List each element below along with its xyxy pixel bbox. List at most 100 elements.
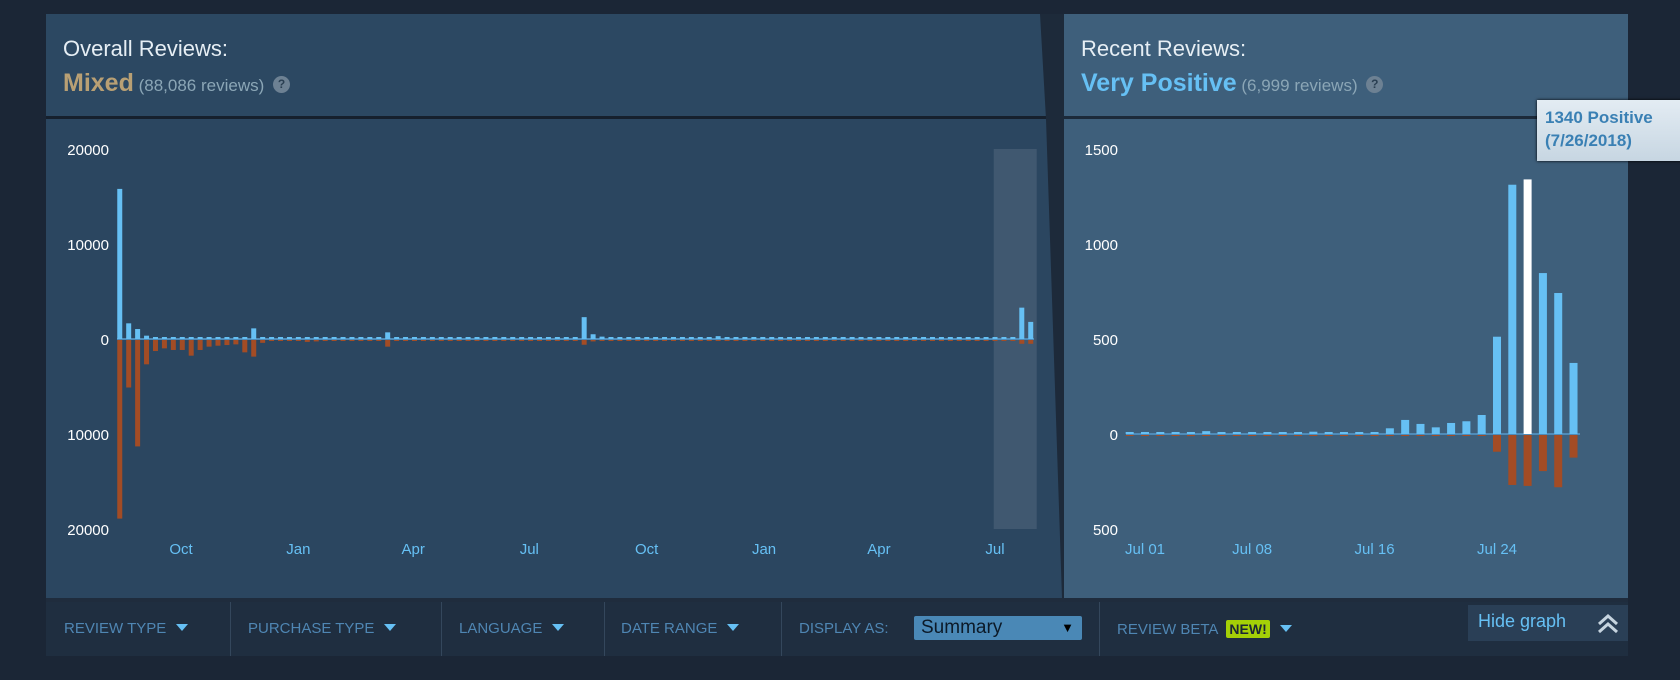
recent-histogram[interactable]: 1500 1000 500 0 500 Jul 01 Jul 08 Jul 16 Jul 24 — [1085, 142, 1580, 558]
positive-bar — [224, 337, 230, 339]
negative-bar — [608, 340, 614, 341]
negative-bar — [385, 340, 391, 347]
negative-bar — [438, 340, 444, 341]
positive-bar — [563, 337, 569, 339]
negative-bar — [947, 340, 953, 341]
purchase-type-filter[interactable]: PURCHASE TYPE — [248, 602, 397, 656]
negative-bar — [1217, 435, 1226, 436]
positive-bar — [822, 337, 828, 339]
positive-bar — [1355, 432, 1364, 434]
review-beta-filter[interactable]: REVIEW BETA NEW! — [1117, 602, 1292, 656]
negative-bar — [849, 340, 855, 341]
language-filter[interactable]: LANGUAGE — [459, 602, 565, 656]
y-tick-label: 10000 — [67, 237, 109, 254]
negative-bar — [626, 340, 632, 341]
review-histograms[interactable]: 200001000001000020000Oct Jan Apr Jul Oct Jan A… — [0, 0, 1680, 680]
negative-bar — [1125, 435, 1134, 436]
overall-histogram[interactable]: 20000 10000 0 10000 20000 Oct Jan Apr Jul Oct Jan A… — [67, 142, 1037, 558]
negative-bar — [956, 340, 962, 341]
positive-bar — [420, 337, 426, 339]
negative-bar — [331, 340, 337, 341]
positive-bar — [197, 337, 203, 339]
positive-bar — [1186, 432, 1195, 434]
negative-bar — [751, 340, 757, 341]
positive-bar — [572, 337, 578, 339]
negative-bar — [867, 340, 873, 341]
positive-bar — [340, 337, 346, 339]
y-tick-label: 1500 — [1085, 142, 1118, 159]
positive-bar — [394, 337, 400, 339]
positive-bar — [733, 337, 739, 339]
negative-bar — [161, 340, 167, 349]
date-range-filter[interactable]: DATE RANGE — [621, 602, 740, 656]
positive-bar — [599, 336, 605, 339]
positive-bar — [590, 334, 596, 339]
negative-bar — [1202, 435, 1211, 436]
positive-bar — [921, 337, 927, 339]
negative-bar — [644, 340, 650, 341]
positive-bar — [1125, 432, 1134, 434]
positive-bar — [429, 337, 435, 339]
negative-bar — [938, 340, 944, 341]
positive-bar — [1309, 431, 1318, 434]
positive-bar — [778, 337, 784, 339]
negative-bar — [590, 340, 596, 342]
negative-bar — [233, 340, 239, 345]
negative-bar — [581, 340, 587, 345]
negative-bar — [733, 340, 739, 341]
positive-bar — [152, 337, 158, 339]
negative-bar — [688, 340, 694, 341]
negative-bar — [251, 340, 257, 357]
x-tick-label: Jul — [985, 541, 1004, 558]
positive-bar — [769, 337, 775, 339]
positive-bar — [161, 337, 167, 339]
zoom-connector — [1040, 14, 1064, 598]
negative-bar — [1171, 435, 1180, 436]
positive-bar — [1370, 432, 1379, 434]
double-chevron-up-icon — [1598, 613, 1618, 634]
positive-bar — [1401, 419, 1410, 434]
positive-bar — [456, 337, 462, 339]
positive-bar — [313, 337, 319, 339]
positive-bar — [1202, 431, 1211, 434]
negative-bar — [697, 340, 703, 341]
negative-bar — [563, 340, 569, 341]
negative-bar — [635, 340, 641, 341]
negative-bar — [456, 340, 462, 341]
negative-bar — [804, 340, 810, 341]
positive-bar — [626, 337, 632, 339]
negative-bar — [715, 340, 721, 341]
negative-bar — [269, 340, 275, 341]
positive-bar — [367, 337, 373, 339]
positive-bar — [742, 337, 748, 339]
negative-bar — [1028, 340, 1034, 344]
caret-down-icon — [384, 624, 397, 631]
negative-bar — [304, 340, 310, 342]
positive-bar — [1569, 362, 1578, 434]
y-tick-label: 20000 — [67, 522, 109, 539]
negative-bar — [420, 340, 426, 341]
hide-graph-button[interactable]: Hide graph — [1468, 605, 1628, 641]
positive-bar — [1001, 337, 1007, 339]
y-tick-label: 0 — [101, 332, 109, 349]
x-tick-label: Jul — [520, 541, 539, 558]
negative-bar — [1401, 435, 1410, 436]
negative-bar — [152, 340, 158, 352]
display-as-select[interactable]: Summary ▼ — [914, 616, 1082, 640]
tooltip-date: (7/26/2018) — [1545, 131, 1632, 150]
positive-bar — [608, 337, 614, 339]
negative-bar — [179, 340, 185, 350]
positive-bar — [554, 337, 560, 339]
negative-bar — [974, 340, 980, 341]
positive-bar — [483, 337, 489, 339]
positive-bar — [679, 337, 685, 339]
negative-bar — [1355, 435, 1364, 436]
negative-bar — [706, 340, 712, 341]
new-badge: NEW! — [1226, 620, 1270, 638]
review-type-filter[interactable]: REVIEW TYPE — [64, 602, 189, 656]
positive-bar — [251, 328, 257, 339]
positive-bar — [376, 337, 382, 339]
filter-divider — [781, 602, 782, 656]
positive-bar — [1010, 337, 1016, 339]
positive-bar — [760, 337, 766, 339]
